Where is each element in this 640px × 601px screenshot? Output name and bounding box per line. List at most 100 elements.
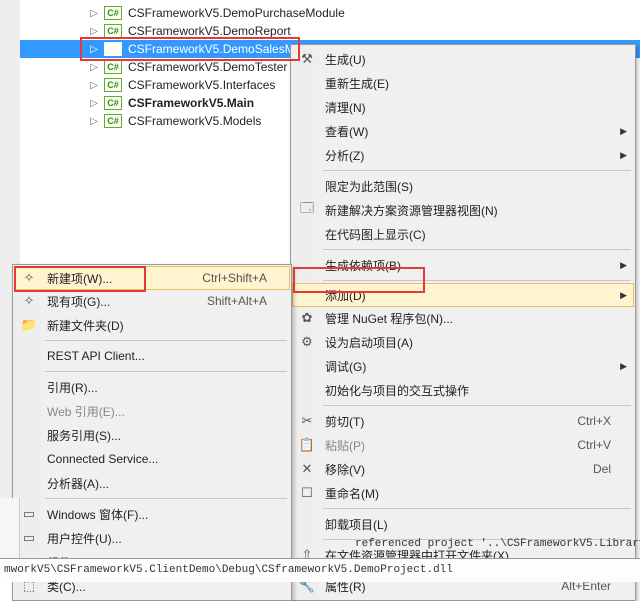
- context-menu-item[interactable]: 调试(G)▶: [293, 354, 633, 378]
- menu-item-icon: 🗔: [293, 199, 321, 221]
- expand-arrow-icon[interactable]: ▷: [88, 26, 100, 37]
- tree-item-label: CSFrameworkV5.DemoPurchaseModule: [128, 6, 345, 20]
- menu-item-icon: 📋: [293, 437, 321, 453]
- menu-item-icon: ⚙: [293, 334, 321, 350]
- menu-shortcut: Ctrl+X: [577, 414, 633, 428]
- menu-item-label: 服务引用(S)...: [43, 427, 289, 444]
- project-context-menu: ⚒生成(U)重新生成(E)清理(N)查看(W)▶分析(Z)▶限定为此范围(S)🗔…: [290, 44, 636, 601]
- submenu-arrow-icon: ▶: [620, 361, 627, 372]
- csharp-project-icon: C#: [104, 78, 122, 92]
- add-submenu-item[interactable]: REST API Client...: [15, 344, 289, 368]
- expand-arrow-icon[interactable]: ▷: [88, 116, 100, 127]
- output-text: mworkV5\CSFrameworkV5.ClientDemo\Debug\C…: [0, 564, 640, 576]
- context-menu-item[interactable]: ☐重命名(M): [293, 481, 633, 505]
- menu-item-label: 生成(U): [321, 51, 633, 68]
- menu-separator: [45, 498, 287, 499]
- tree-item-label: CSFrameworkV5.Interfaces: [128, 78, 275, 92]
- tree-item-label: CSFrameworkV5.Main: [128, 96, 254, 110]
- context-menu-item[interactable]: ✿管理 NuGet 程序包(N)...: [293, 306, 633, 330]
- expand-arrow-icon[interactable]: ▷: [88, 62, 100, 73]
- add-submenu-item[interactable]: 分析器(A)...: [15, 471, 289, 495]
- menu-item-label: 调试(G): [321, 358, 633, 375]
- menu-item-icon: ✂: [293, 413, 321, 429]
- context-menu-item[interactable]: 限定为此范围(S): [293, 174, 633, 198]
- menu-item-label: 分析(Z): [321, 147, 633, 164]
- menu-item-label: 清理(N): [321, 99, 633, 116]
- menu-item-icon: 📁: [15, 317, 43, 333]
- menu-item-label: 查看(W): [321, 123, 633, 140]
- context-menu-item[interactable]: 清理(N): [293, 95, 633, 119]
- add-submenu-item[interactable]: ▭用户控件(U)...: [15, 526, 289, 550]
- context-menu-item[interactable]: ✕移除(V)Del: [293, 457, 633, 481]
- menu-item-icon: ⚒: [293, 51, 321, 67]
- context-menu-item[interactable]: 添加(D)▶: [292, 283, 634, 307]
- context-menu-item: 📋粘贴(P)Ctrl+V: [293, 433, 633, 457]
- menu-separator: [323, 280, 631, 281]
- menu-shortcut: Ctrl+Shift+A: [202, 271, 289, 285]
- menu-item-label: REST API Client...: [43, 349, 289, 363]
- menu-item-label: 剪切(T): [321, 413, 577, 430]
- tree-item-label: CSFrameworkV5.DemoTester: [128, 60, 287, 74]
- add-submenu-item[interactable]: 引用(R)...: [15, 375, 289, 399]
- expand-arrow-icon[interactable]: ▷: [88, 44, 100, 55]
- context-menu-item[interactable]: ✂剪切(T)Ctrl+X: [293, 409, 633, 433]
- add-submenu-item[interactable]: Connected Service...: [15, 447, 289, 471]
- context-menu-item[interactable]: 生成依赖项(B)▶: [293, 253, 633, 277]
- expand-arrow-icon[interactable]: ▷: [88, 80, 100, 91]
- menu-shortcut: Ctrl+V: [577, 438, 633, 452]
- menu-item-label: 粘贴(P): [321, 437, 577, 454]
- menu-item-label: 限定为此范围(S): [321, 178, 633, 195]
- menu-separator: [323, 170, 631, 171]
- menu-item-label: 重新生成(E): [321, 75, 633, 92]
- menu-item-label: 生成依赖项(B): [321, 257, 633, 274]
- menu-item-label: 分析器(A)...: [43, 475, 289, 492]
- add-submenu-item[interactable]: 📁新建文件夹(D): [15, 313, 289, 337]
- csharp-project-icon: C#: [104, 96, 122, 110]
- context-menu-item[interactable]: 🗔新建解决方案资源管理器视图(N): [293, 198, 633, 222]
- expand-arrow-icon[interactable]: ▷: [88, 8, 100, 19]
- menu-item-label: 新建文件夹(D): [43, 317, 289, 334]
- menu-item-label: 新建项(W)...: [43, 270, 202, 287]
- output-panel: mworkV5\CSFrameworkV5.ClientDemo\Debug\C…: [0, 558, 640, 582]
- expand-arrow-icon[interactable]: ▷: [88, 98, 100, 109]
- context-menu-item[interactable]: ⚙设为启动项目(A): [293, 330, 633, 354]
- menu-item-label: 设为启动项目(A): [321, 334, 633, 351]
- menu-item-icon: ✧: [15, 293, 43, 309]
- context-menu-item[interactable]: 卸载项目(L): [293, 512, 633, 536]
- context-menu-item[interactable]: 重新生成(E): [293, 71, 633, 95]
- menu-item-label: 管理 NuGet 程序包(N)...: [321, 310, 633, 327]
- context-menu-item[interactable]: 在代码图上显示(C): [293, 222, 633, 246]
- context-menu-item[interactable]: ⚒生成(U): [293, 47, 633, 71]
- add-submenu-item: Web 引用(E)...: [15, 399, 289, 423]
- menu-item-label: 新建解决方案资源管理器视图(N): [321, 202, 633, 219]
- context-menu-item[interactable]: 查看(W)▶: [293, 119, 633, 143]
- add-submenu-item[interactable]: ▭Windows 窗体(F)...: [15, 502, 289, 526]
- submenu-arrow-icon: ▶: [620, 260, 627, 271]
- menu-separator: [45, 371, 287, 372]
- context-menu-item[interactable]: 初始化与项目的交互式操作: [293, 378, 633, 402]
- menu-item-label: 现有项(G)...: [43, 293, 207, 310]
- menu-item-label: 卸载项目(L): [321, 516, 633, 533]
- tree-row[interactable]: ▷ C# CSFrameworkV5.DemoPurchaseModule: [20, 4, 640, 22]
- menu-item-label: Connected Service...: [43, 452, 289, 466]
- context-menu-item[interactable]: 分析(Z)▶: [293, 143, 633, 167]
- add-submenu: ✧新建项(W)...Ctrl+Shift+A✧现有项(G)...Shift+Al…: [12, 264, 292, 601]
- menu-item-icon: ☐: [293, 485, 321, 501]
- menu-item-label: 用户控件(U)...: [43, 530, 289, 547]
- csharp-project-icon: C#: [104, 24, 122, 38]
- menu-item-label: Windows 窗体(F)...: [43, 506, 289, 523]
- add-submenu-item[interactable]: 服务引用(S)...: [15, 423, 289, 447]
- tree-item-label: CSFrameworkV5.Models: [128, 114, 261, 128]
- menu-item-label: 在代码图上显示(C): [321, 226, 633, 243]
- menu-item-icon: ✕: [293, 461, 321, 477]
- tree-row[interactable]: ▷ C# CSFrameworkV5.DemoReport: [20, 22, 640, 40]
- csharp-project-icon: C#: [104, 42, 122, 56]
- csharp-project-icon: C#: [104, 6, 122, 20]
- add-submenu-item[interactable]: ✧新建项(W)...Ctrl+Shift+A: [14, 266, 290, 290]
- add-submenu-item[interactable]: ✧现有项(G)...Shift+Alt+A: [15, 289, 289, 313]
- menu-separator: [323, 405, 631, 406]
- menu-item-label: Web 引用(E)...: [43, 403, 289, 420]
- submenu-arrow-icon: ▶: [620, 150, 627, 161]
- menu-item-label: 引用(R)...: [43, 379, 289, 396]
- submenu-arrow-icon: ▶: [620, 126, 627, 137]
